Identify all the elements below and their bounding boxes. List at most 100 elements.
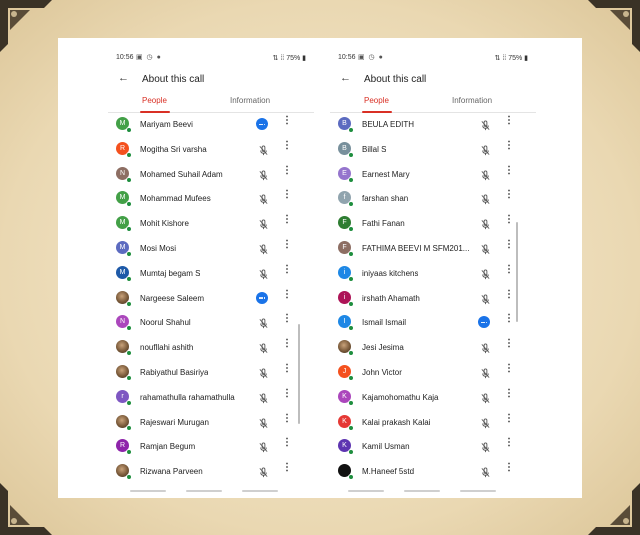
more-vert-icon[interactable]: ⋮ xyxy=(282,314,292,324)
tab-people[interactable]: People xyxy=(364,96,389,105)
participant-row[interactable]: Jesi Jesima ⋮ xyxy=(330,335,536,360)
participant-row[interactable]: R Mogitha Sri varsha ⋮ xyxy=(108,137,314,162)
participant-name: BEULA EDITH xyxy=(362,120,415,129)
participant-row[interactable]: Rajeswari Murugan ⋮ xyxy=(108,410,314,435)
tab-information[interactable]: Information xyxy=(230,96,270,105)
more-vert-icon[interactable]: ⋮ xyxy=(282,438,292,448)
participant-row[interactable]: R Ramjan Begum ⋮ xyxy=(108,434,314,459)
corner-ornament-icon xyxy=(0,0,52,52)
participant-row[interactable]: Nargeese Saleem ⋮ xyxy=(108,286,314,311)
participant-row[interactable]: F Fathi Fanan ⋮ xyxy=(330,211,536,236)
app-bar: ← About this call xyxy=(108,60,314,90)
participant-row[interactable]: M Mariyam Beevi ⋮ xyxy=(108,112,314,137)
participant-row[interactable]: E Earnest Mary ⋮ xyxy=(330,162,536,187)
more-vert-icon[interactable]: ⋮ xyxy=(282,116,292,126)
more-vert-icon[interactable]: ⋮ xyxy=(504,463,514,473)
page-title: About this call xyxy=(364,74,427,85)
participant-row[interactable]: Rabiyathul Basiriya ⋮ xyxy=(108,360,314,385)
participant-name: Mohammad Mufees xyxy=(140,194,211,204)
participant-name: Noorul Shahul xyxy=(140,318,191,328)
participant-row[interactable]: I Ismail Ismail ⋮ xyxy=(330,310,536,335)
back-arrow-icon[interactable]: ← xyxy=(118,72,129,84)
scrollbar[interactable] xyxy=(516,222,518,322)
participant-row[interactable]: N Noorul Shahul ⋮ xyxy=(108,310,314,335)
more-vert-icon[interactable]: ⋮ xyxy=(282,339,292,349)
participant-row[interactable]: r rahamathulla rahamathulla ⋮ xyxy=(108,385,314,410)
nav-bar xyxy=(330,488,536,492)
more-vert-icon[interactable]: ⋮ xyxy=(504,264,514,275)
mic-off-icon xyxy=(258,143,269,155)
more-vert-icon[interactable]: ⋮ xyxy=(282,413,292,424)
participant-name: Ismail Ismail xyxy=(362,318,407,328)
scrollbar[interactable] xyxy=(298,324,300,424)
online-status-dot xyxy=(126,250,132,257)
participant-row[interactable]: M Mohammad Mufees ⋮ xyxy=(108,186,314,211)
more-vert-icon[interactable]: ⋮ xyxy=(282,264,292,275)
mic-off-icon xyxy=(480,366,491,379)
participant-row[interactable]: F FATHIMA BEEVI M SFM201... ⋮ xyxy=(330,236,536,261)
online-status-dot xyxy=(348,201,354,208)
participant-row[interactable]: J John Victor ⋮ xyxy=(330,360,536,385)
more-vert-icon[interactable]: ⋮ xyxy=(282,215,292,225)
more-vert-icon[interactable]: ⋮ xyxy=(504,239,514,250)
participant-row[interactable]: M Mumtaj begam S ⋮ xyxy=(108,261,314,286)
speaking-indicator-icon xyxy=(256,118,268,130)
participant-row[interactable]: K Kamil Usman ⋮ xyxy=(330,434,536,459)
participant-row[interactable]: noufllahi ashith ⋮ xyxy=(108,335,314,360)
online-status-dot xyxy=(348,325,354,332)
participant-row[interactable]: M Mohit Kishore ⋮ xyxy=(108,211,314,236)
back-arrow-icon[interactable]: ← xyxy=(340,72,351,84)
more-vert-icon[interactable]: ⋮ xyxy=(282,140,292,151)
participant-row[interactable]: M Mosi Mosi ⋮ xyxy=(108,236,314,261)
participant-row[interactable]: Rizwana Parveen ⋮ xyxy=(108,459,314,484)
mic-off-icon xyxy=(258,341,269,354)
more-vert-icon[interactable]: ⋮ xyxy=(504,165,514,176)
participant-row[interactable]: K Kalai prakash Kalai ⋮ xyxy=(330,410,536,435)
more-vert-icon[interactable]: ⋮ xyxy=(282,463,292,473)
more-vert-icon[interactable]: ⋮ xyxy=(282,388,292,399)
more-vert-icon[interactable]: ⋮ xyxy=(504,289,514,300)
more-vert-icon[interactable]: ⋮ xyxy=(504,190,514,200)
more-vert-icon[interactable]: ⋮ xyxy=(504,215,514,225)
participant-row[interactable]: M.Haneef 5std ⋮ xyxy=(330,459,536,484)
mic-off-icon xyxy=(480,440,491,453)
participant-row[interactable]: K Kajamohomathu Kaja ⋮ xyxy=(330,385,536,410)
online-status-dot xyxy=(348,350,354,357)
more-options-icon xyxy=(478,316,490,329)
more-vert-icon[interactable]: ⋮ xyxy=(282,289,292,300)
participant-list[interactable]: B BEULA EDITH ⋮ B Billal S ⋮ E Earnest Mary ⋮ f fa… xyxy=(330,112,536,486)
more-vert-icon[interactable]: ⋮ xyxy=(282,239,292,250)
more-vert-icon[interactable]: ⋮ xyxy=(504,388,514,399)
more-vert-icon[interactable]: ⋮ xyxy=(282,165,292,176)
online-status-dot xyxy=(126,374,132,381)
tab-people[interactable]: People xyxy=(142,96,167,105)
online-status-dot xyxy=(348,151,354,158)
more-vert-icon[interactable]: ⋮ xyxy=(504,116,514,126)
participant-name: Kalai prakash Kalai xyxy=(362,417,431,427)
tab-bar: People Information xyxy=(108,90,314,113)
more-vert-icon[interactable]: ⋮ xyxy=(504,413,514,424)
participant-row[interactable]: B Billal S ⋮ xyxy=(330,137,536,162)
corner-ornament-icon xyxy=(588,0,640,52)
participant-row[interactable]: i iniyaas kitchens ⋮ xyxy=(330,261,536,286)
participant-row[interactable]: f farshan shan ⋮ xyxy=(330,186,536,211)
more-vert-icon[interactable]: ⋮ xyxy=(282,190,292,200)
participant-row[interactable]: B BEULA EDITH ⋮ xyxy=(330,112,536,137)
more-vert-icon[interactable]: ⋮ xyxy=(504,339,514,349)
participant-list[interactable]: M Mariyam Beevi ⋮ R Mogitha Sri varsha ⋮ N Moha… xyxy=(108,112,314,486)
more-vert-icon[interactable]: ⋮ xyxy=(504,314,514,324)
mic-off-icon xyxy=(480,217,491,230)
tab-information[interactable]: Information xyxy=(452,96,492,105)
participant-row[interactable]: i irshath Ahamath ⋮ xyxy=(330,286,536,311)
more-vert-icon[interactable]: ⋮ xyxy=(504,363,514,374)
more-vert-icon[interactable]: ⋮ xyxy=(504,140,514,151)
more-vert-icon[interactable]: ⋮ xyxy=(282,363,292,374)
participant-name: irshath Ahamath xyxy=(362,293,420,303)
participant-name: John Victor xyxy=(362,367,402,377)
more-vert-icon[interactable]: ⋮ xyxy=(504,438,514,448)
mic-off-icon xyxy=(258,168,269,180)
mic-off-icon xyxy=(480,242,491,255)
mic-off-icon xyxy=(480,267,491,279)
mic-off-icon xyxy=(258,465,269,478)
participant-row[interactable]: N Mohamed Suhail Adam ⋮ xyxy=(108,162,314,187)
